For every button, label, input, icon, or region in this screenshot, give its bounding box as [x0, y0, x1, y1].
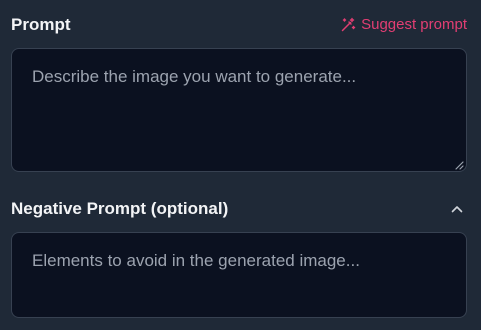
negative-prompt-label: Negative Prompt (optional): [11, 199, 229, 218]
suggest-prompt-label: Suggest prompt: [361, 16, 467, 33]
negative-prompt-input[interactable]: [11, 232, 467, 318]
prompt-panel: Prompt Suggest prompt Negative Prompt (o…: [0, 0, 481, 330]
magic-wand-icon: [340, 17, 356, 33]
resize-handle-icon[interactable]: [454, 160, 464, 170]
suggest-prompt-button[interactable]: Suggest prompt: [340, 15, 467, 35]
prompt-input[interactable]: [11, 48, 467, 172]
prompt-label: Prompt: [11, 15, 71, 34]
chevron-up-icon[interactable]: [449, 201, 465, 217]
